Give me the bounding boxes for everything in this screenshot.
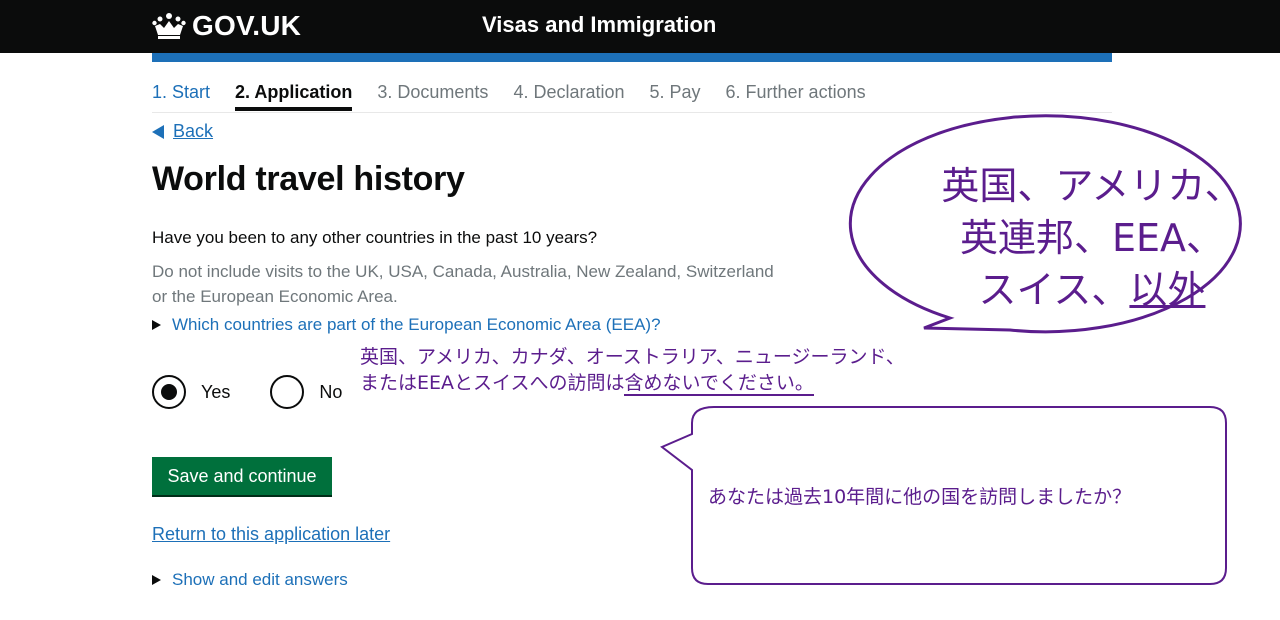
note2-line-1: 英国、アメリカ、カナダ、オーストラリア、ニュージーランド、	[360, 346, 905, 368]
annotation-question-translation: あなたは過去10年間に他の国を訪問しましたか？	[708, 486, 1132, 508]
note2-line-2a: またはEEAとスイスへの訪問は	[360, 372, 625, 394]
bubble1-line-1: 英国、アメリカ、	[941, 164, 1243, 208]
bubble1-line-3: スイス、以外	[922, 264, 1262, 316]
annotation-hint-translation: 英国、アメリカ、カナダ、オーストラリア、ニュージーランド、 またはEEAとスイス…	[360, 344, 905, 396]
note2-line-2: またはEEAとスイスへの訪問は含めないでください。	[360, 370, 905, 396]
bubble1-line-2: 英連邦、EEA、	[959, 216, 1224, 260]
note2-line-2b: 含めないでください。	[624, 372, 814, 396]
bubble1-line-3b: 以外	[1129, 268, 1206, 312]
annotation-bubble-text: 英国、アメリカ、 英連邦、EEA、 スイス、以外	[922, 160, 1262, 316]
bubble1-line-3a: スイス、	[978, 268, 1130, 312]
